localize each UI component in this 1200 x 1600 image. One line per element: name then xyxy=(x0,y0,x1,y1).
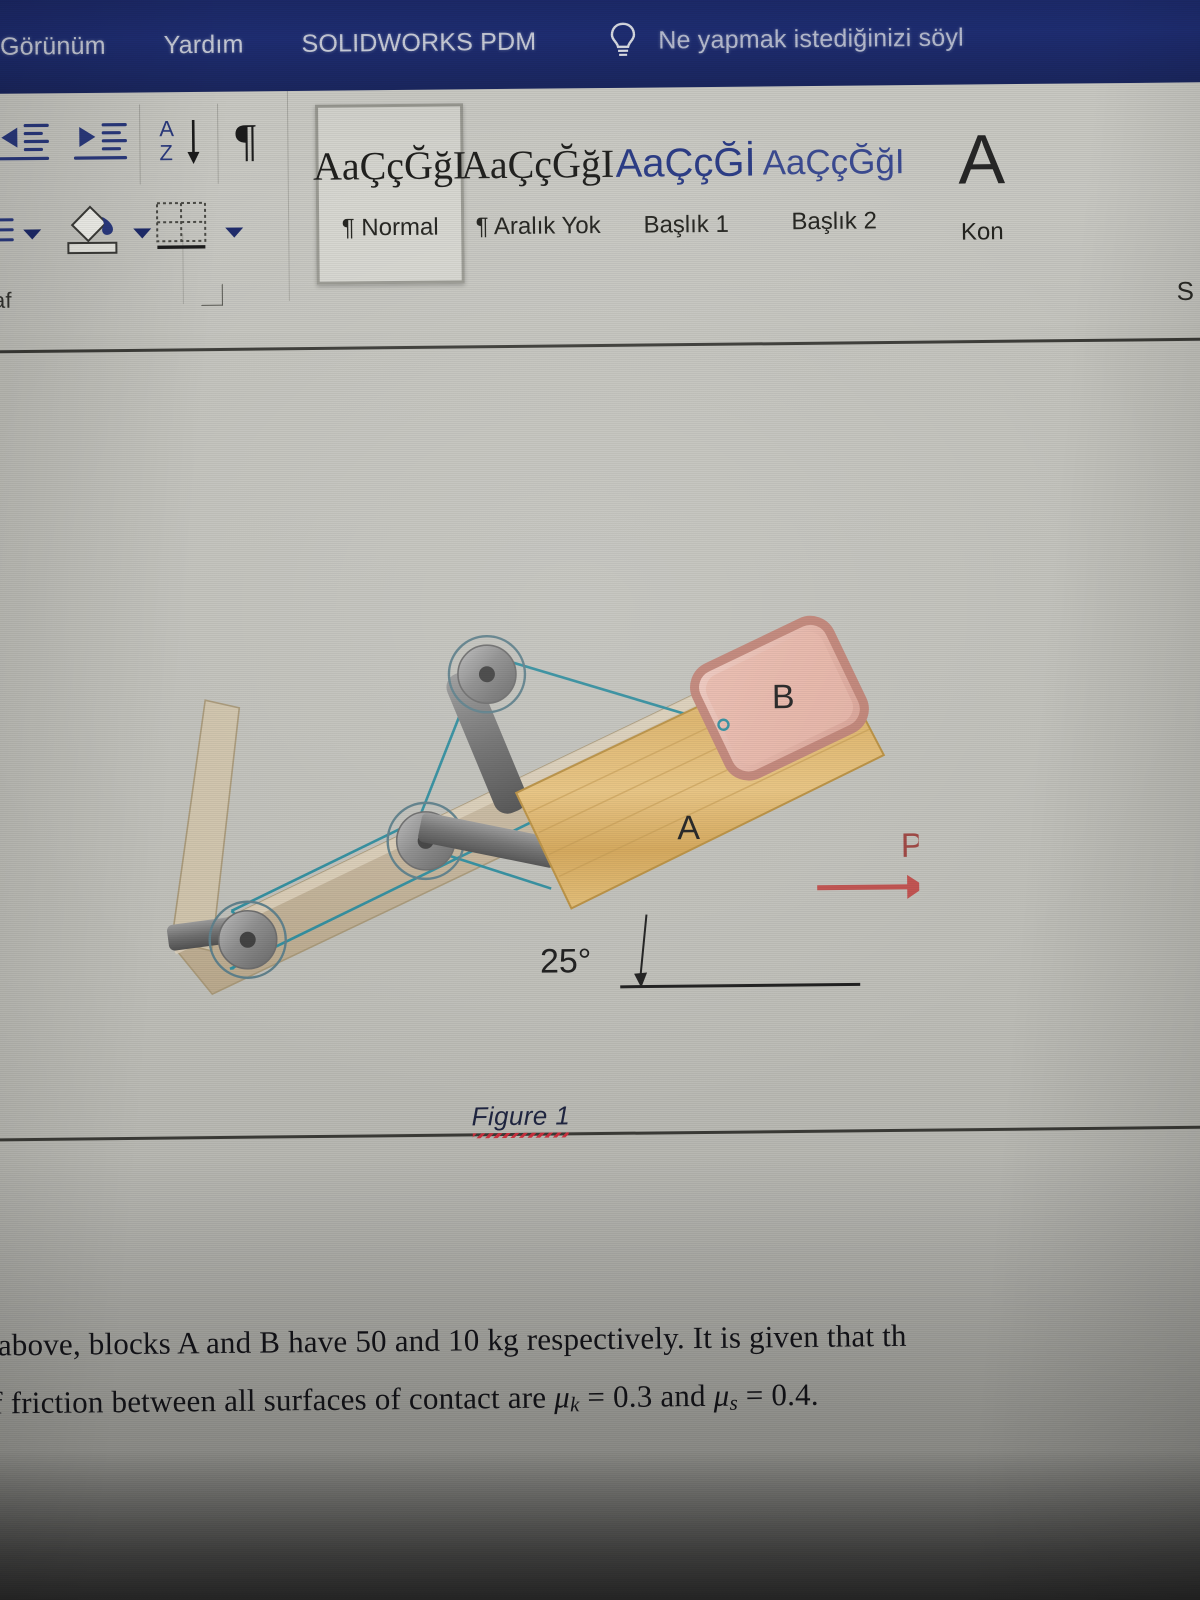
style-name-baslik-1: Başlık 1 xyxy=(643,210,730,239)
line-spacing-icon[interactable] xyxy=(0,214,16,254)
svg-text:Z: Z xyxy=(159,140,173,165)
style-name-konu: Kon xyxy=(960,217,1004,246)
style-item-konu[interactable]: A Kon xyxy=(907,98,1057,279)
borders-dropdown-arrow-icon[interactable] xyxy=(224,225,244,239)
mu-k-symbol: μ xyxy=(553,1379,571,1415)
style-item-baslik-2[interactable]: AaÇçĞğI Başlık 2 xyxy=(759,99,909,280)
decrease-indent-icon[interactable] xyxy=(0,121,50,164)
document-rule-top xyxy=(0,337,1200,354)
force-p-arrow: P xyxy=(817,827,926,899)
style-preview-baslik-1: AaÇçĞİ xyxy=(615,140,756,186)
incline-wall xyxy=(170,699,241,953)
paragraph-dialog-launcher[interactable] xyxy=(200,283,223,306)
block-a-label: A xyxy=(677,809,700,847)
style-name-baslik-2: Başlık 2 xyxy=(791,206,877,235)
style-item-baslik-1[interactable]: AaÇçĞİ Başlık 1 xyxy=(611,101,761,282)
angle-label: 25° xyxy=(540,942,592,981)
sentence-period: . xyxy=(810,1376,819,1412)
svg-text:¶: ¶ xyxy=(235,115,256,165)
problem-line-2-wrap: of friction between all surfaces of cont… xyxy=(0,1361,1200,1439)
problem-statement: e above, blocks A and B have 50 and 10 k… xyxy=(0,1303,1200,1439)
style-preview-aralik-yok: AaÇçĞğI xyxy=(460,140,615,188)
increase-indent-icon[interactable] xyxy=(73,121,128,164)
line-spacing-dropdown-arrow-icon[interactable] xyxy=(22,227,42,241)
menu-item-yardim[interactable]: Yardım xyxy=(164,30,244,60)
force-p-label: P xyxy=(901,827,921,865)
ribbon-inner-separator-3 xyxy=(217,103,219,184)
styles-gallery: AaÇçĞğI ¶ Normal AaÇçĞğI ¶ Aralık Yok Aa… xyxy=(312,98,1057,300)
style-name-aralik-yok: ¶ Aralık Yok xyxy=(475,212,601,241)
block-b-label: B xyxy=(772,678,795,716)
ribbon-right-edge-letter: S xyxy=(1176,276,1194,306)
figure-caption: Figure 1 xyxy=(471,1100,571,1132)
shading-dropdown-arrow-icon[interactable] xyxy=(132,226,152,240)
style-item-aralik-yok[interactable]: AaÇçĞğI ¶ Aralık Yok xyxy=(460,102,615,283)
mu-k-value: = 0.3 xyxy=(587,1378,653,1415)
tell-me-box[interactable]: Ne yapmak istediğinizi söyl xyxy=(658,23,964,55)
document-rule-mid xyxy=(0,1125,1200,1142)
menu-item-gorunum[interactable]: Görünüm xyxy=(0,31,106,61)
menu-bar: Görünüm Yardım SOLIDWORKS PDM Ne yapmak … xyxy=(0,0,1200,94)
style-preview-baslik-2: AaÇçĞğI xyxy=(762,141,905,182)
ribbon-inner-separator-2 xyxy=(139,104,141,185)
borders-icon[interactable] xyxy=(154,200,211,257)
word-document-photo: A Z ¶ af AaÇçĞğI ¶ Normal AaÇçĞğI ¶ Aral… xyxy=(0,0,1200,1600)
style-name-normal: ¶ Normal xyxy=(341,213,439,242)
style-preview-normal: AaÇçĞğI xyxy=(312,142,467,189)
mu-s-value: = 0.4 xyxy=(745,1376,811,1413)
ribbon: A Z ¶ af AaÇçĞğI ¶ Normal AaÇçĞğI ¶ Aral… xyxy=(0,74,1200,336)
ribbon-group-separator xyxy=(286,91,290,302)
mu-k-subscript: k xyxy=(569,1392,580,1417)
style-item-normal[interactable]: AaÇçĞğI ¶ Normal xyxy=(312,103,467,285)
paragraph-group-label: af xyxy=(0,287,12,313)
shading-icon[interactable] xyxy=(64,203,125,260)
figure-1-image: A B P 25° xyxy=(114,417,926,1045)
menu-item-solidworks-pdm[interactable]: SOLIDWORKS PDM xyxy=(301,27,536,58)
mu-s-symbol: μ xyxy=(713,1377,730,1413)
sort-az-icon[interactable]: A Z xyxy=(157,114,210,168)
mu-s-subscript: s xyxy=(729,1390,739,1415)
problem-line-2: of friction between all surfaces of cont… xyxy=(0,1379,547,1421)
friction-and: and xyxy=(660,1377,706,1414)
angle-annotation: 25° xyxy=(540,914,861,989)
incline-pulley-diagram: A B P 25° xyxy=(167,615,926,996)
style-preview-konu: A xyxy=(957,120,1006,199)
lightbulb-icon[interactable] xyxy=(608,21,638,61)
document-page: A B P 25° Figure 1 e above, blocks A and… xyxy=(0,293,1200,1600)
show-formatting-marks-icon[interactable]: ¶ xyxy=(233,115,275,165)
svg-text:A: A xyxy=(159,116,174,141)
